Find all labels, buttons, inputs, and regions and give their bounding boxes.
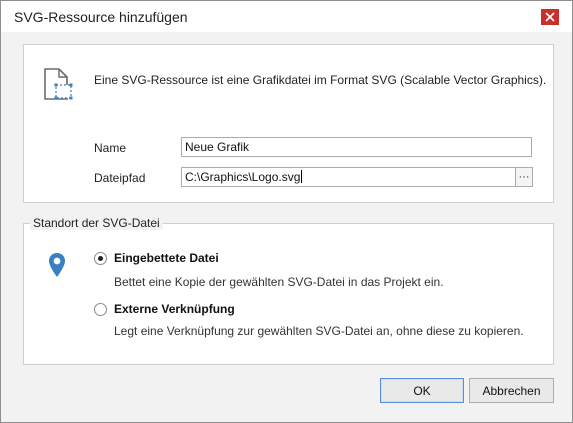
svg-file-icon: [44, 68, 73, 100]
ok-button[interactable]: OK: [380, 378, 464, 403]
resource-description: Eine SVG-Ressource ist eine Grafikdatei …: [94, 73, 547, 87]
cancel-button[interactable]: Abbrechen: [469, 378, 554, 403]
close-button[interactable]: [541, 9, 559, 25]
dialog-window: SVG-Ressource hinzufügen Eine SVG-Ressou…: [0, 0, 573, 423]
location-group: Standort der SVG-Datei Eingebettete Date…: [23, 216, 554, 365]
external-link-label[interactable]: Externe Verknüpfung: [114, 302, 235, 316]
path-label: Dateipfad: [94, 171, 146, 185]
text-caret: [301, 170, 303, 183]
path-input[interactable]: C:\Graphics\Logo.svg: [181, 167, 516, 187]
embedded-file-radio[interactable]: [94, 252, 107, 265]
embedded-file-label[interactable]: Eingebettete Datei: [114, 251, 219, 265]
external-link-radio[interactable]: [94, 303, 107, 316]
group-title: Standort der SVG-Datei: [30, 216, 163, 230]
embedded-file-description: Bettet eine Kopie der gewählten SVG-Date…: [114, 275, 444, 289]
name-input[interactable]: Neue Grafik: [181, 137, 532, 157]
dialog-content: Eine SVG-Ressource ist eine Grafikdatei …: [1, 32, 572, 422]
name-label: Name: [94, 141, 127, 155]
browse-button[interactable]: ···: [515, 167, 533, 187]
location-pin-icon: [49, 253, 65, 277]
title-bar: SVG-Ressource hinzufügen: [1, 1, 572, 32]
external-link-description: Legt eine Verknüpfung zur gewählten SVG-…: [114, 324, 524, 338]
resource-details-panel: Eine SVG-Ressource ist eine Grafikdatei …: [23, 44, 554, 203]
path-value: C:\Graphics\Logo.svg: [185, 170, 301, 184]
window-title: SVG-Ressource hinzufügen: [14, 9, 188, 25]
close-icon: [545, 12, 555, 22]
